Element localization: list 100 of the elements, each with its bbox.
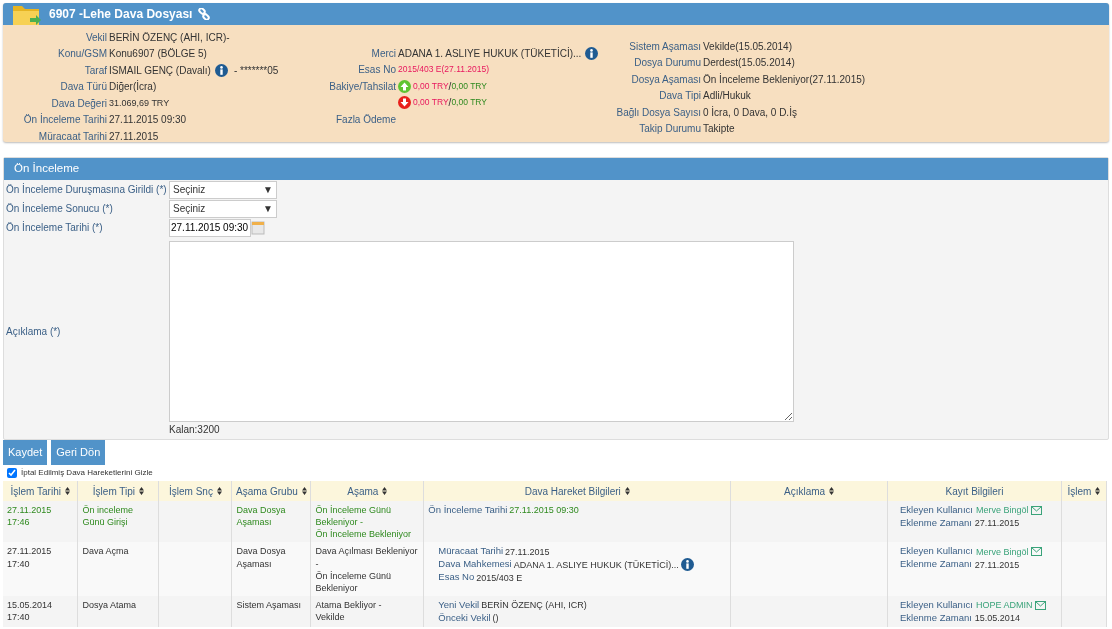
field-label: Merci [370, 46, 396, 61]
detail-value: 2015/403 E [476, 571, 523, 584]
table-cell-text: Ön İnceleme Günü Bekleniyor [315, 569, 392, 594]
envelope-icon[interactable] [1031, 547, 1043, 557]
field-label: Dosya Durumu [633, 56, 701, 71]
sort-icon[interactable] [624, 487, 630, 495]
select-field[interactable]: Seçiniz ▼ [169, 180, 277, 199]
field-value: Takipte [703, 122, 735, 137]
detail-label: Önceki Vekil [438, 611, 491, 625]
detail-label: Müracaat Tarihi [438, 545, 504, 559]
field-value: BERİN ÖZENÇ (AHI, ICR)- [109, 30, 230, 45]
field-label: Ön İnceleme Tarihi [22, 112, 107, 128]
sort-icon[interactable] [1095, 487, 1101, 495]
field-label: Sistem Aşaması [628, 39, 701, 54]
case-title: 6907 -Lehe Dava Dosyası [49, 6, 193, 23]
detail-value: 27.11.2015 [974, 517, 1020, 530]
field-label: Dava Değeri [50, 96, 107, 111]
detail-value: 15.05.2014 [974, 612, 1020, 625]
hide-cancelled-checkbox[interactable] [7, 468, 17, 478]
field-label: Bağlı Dosya Sayısı [615, 105, 701, 120]
field-value: Derdest(15.05.2014) [703, 56, 795, 71]
sort-icon[interactable] [139, 487, 145, 495]
field-label: Taraf [83, 63, 107, 78]
table-cell-text: Dava Dosya Aşaması [236, 504, 287, 529]
field-label: Müracaat Tarihi [37, 129, 107, 144]
field-value: ISMAIL GENÇ (Davalı) [109, 63, 211, 78]
select-field[interactable]: Seçiniz ▼ [169, 199, 277, 218]
info-icon[interactable] [585, 46, 599, 60]
table-cell-text: Ön inceleme Günü Girişi [82, 504, 134, 529]
table-cell-text: Dosya Atama [82, 599, 137, 612]
amount-value: 2015/403 E(27.11.2015) [398, 63, 490, 77]
field-value: Vekilde(15.05.2014) [703, 39, 792, 54]
sort-icon[interactable] [216, 487, 222, 495]
table-cell-text: 15.05.2014 17:40 [7, 599, 54, 624]
table-cell-text: Ön İnceleme Günü Bekleniyor - [315, 504, 392, 529]
detail-value: 27.11.2015 [505, 545, 550, 558]
field-value: / [448, 96, 452, 111]
down-arrow-icon [398, 96, 411, 110]
field-label: Konu/GSM [57, 47, 107, 62]
checkbox-label: İptal Edilmiş Dava Hareketlerini Gizle [21, 467, 153, 479]
table-cell-text: Vekilde [315, 611, 346, 624]
table-cell-text: 27.11.2015 17:46 [7, 504, 53, 529]
field-label: Dava Türü [59, 80, 107, 95]
field-label: Ön İnceleme Sonucu (*) [5, 201, 114, 216]
field-value: Ön İnceleme Bekleniyor(27.11.2015) [703, 72, 866, 87]
sort-icon[interactable] [301, 487, 307, 495]
field-value: 0 İcra, 0 Dava, 0 D.İş [703, 105, 797, 120]
detail-value: BERİN ÖZENÇ (AHI, ICR) [481, 599, 587, 612]
field-label: Dava Tipi [658, 89, 701, 104]
table-cell-text: Sistem Aşaması [236, 599, 302, 612]
field-value: ADANA 1. ASLIYE HUKUK (TÜKETİCİ)... [398, 46, 582, 61]
amount-value: 0,00 TRY [451, 79, 487, 93]
detail-label: Ekleyen Kullanıcı [900, 504, 973, 517]
field-label: Ön İnceleme Duruşmasına Girildi (*) [5, 182, 168, 197]
description-field[interactable] [169, 241, 794, 422]
envelope-icon[interactable] [1031, 505, 1043, 515]
panel-title: Ön İnceleme [4, 158, 1108, 180]
detail-value: 27.11.2015 09:30 [509, 504, 579, 517]
field-value: Diğer(İcra) [109, 79, 157, 95]
detail-label: Eklenme Zamanı [900, 516, 972, 530]
table-cell-text: 27.11.2015 17:40 [7, 545, 53, 570]
field-value: Konu6907 (BÖLGE 5) [109, 47, 207, 62]
amount-value: 0,00 TRY [451, 96, 487, 110]
info-icon[interactable] [680, 558, 694, 572]
field-value: / [448, 79, 452, 94]
detail-value: () [492, 612, 499, 625]
detail-label: Yeni Vekil [438, 599, 480, 612]
table-cell-text: Dava Açma [82, 545, 130, 558]
up-arrow-icon [398, 79, 411, 93]
detail-label: Eklenme Zamanı [900, 611, 972, 625]
date-field[interactable]: 27.11.2015 09:30 [169, 218, 251, 237]
detail-label: Eklenme Zamanı [900, 558, 972, 572]
sort-icon[interactable] [382, 487, 388, 495]
amount-value: 0,00 TRY [413, 79, 449, 93]
detail-value: 27.11.2015 [974, 558, 1020, 571]
envelope-icon[interactable] [1035, 600, 1047, 610]
field-label: Fazla Ödeme [334, 112, 396, 127]
sort-icon[interactable] [829, 487, 835, 495]
link-icon[interactable] [198, 8, 211, 20]
field-label: Takip Durumu [638, 122, 701, 137]
detail-value: ADANA 1. ASLIYE HUKUK (TÜKETİCİ)... [513, 558, 679, 571]
field-label: Dosya Aşaması [630, 72, 701, 87]
amount-value: 0,00 TRY [413, 96, 449, 110]
table-cell-text: Dava Dosya Aşaması [236, 545, 287, 570]
detail-label: Dava Mahkemesi [438, 558, 512, 572]
field-label: Bakiye/Tahsilat [328, 79, 396, 94]
field-value: 31.069,69 TRY [109, 96, 170, 110]
field-label: Esas No [357, 63, 396, 78]
detail-label: Esas No [438, 571, 475, 585]
field-value: 27.11.2015 [109, 129, 159, 144]
detail-label: Ekleyen Kullanıcı [900, 599, 973, 612]
detail-label: Ekleyen Kullanıcı [900, 545, 973, 559]
field-value: Adli/Hukuk [703, 89, 751, 104]
sort-icon[interactable] [64, 487, 70, 495]
field-label: Ön İnceleme Tarihi (*) [5, 220, 104, 235]
field-label: Açıklama (*) [5, 325, 62, 339]
table-cell-text: Atama Bekliyor - [315, 599, 383, 612]
character-counter: Kalan:3200 [169, 423, 221, 437]
info-icon[interactable] [214, 63, 228, 77]
detail-label: Ön İnceleme Tarihi [428, 504, 508, 517]
